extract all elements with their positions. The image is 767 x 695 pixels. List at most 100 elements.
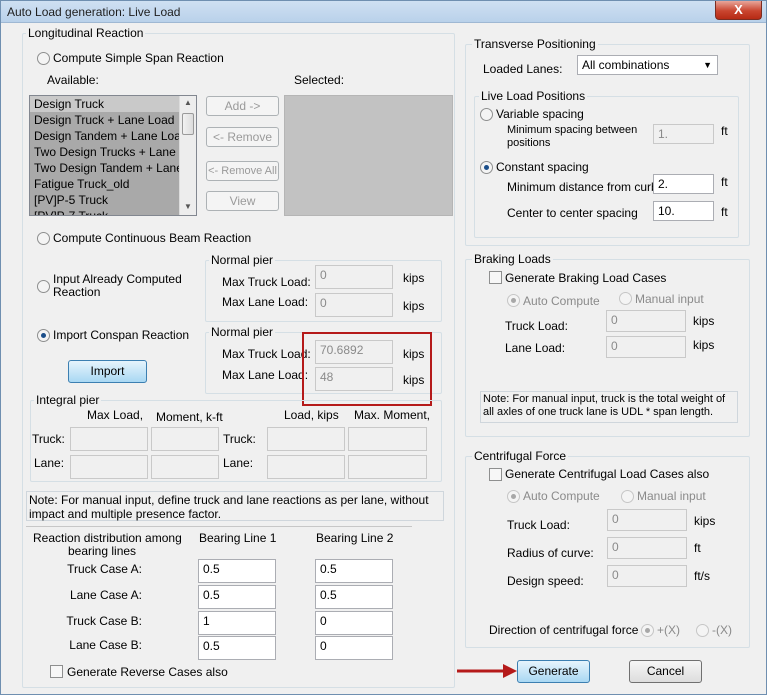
min-distance-curb-input[interactable]: 2. bbox=[653, 174, 714, 194]
braking-lane-input[interactable]: 0 bbox=[606, 336, 686, 358]
scroll-up-icon[interactable]: ▲ bbox=[184, 98, 192, 107]
center-spacing-label: Center to center spacing bbox=[507, 206, 638, 220]
view-button[interactable]: View bbox=[206, 191, 279, 211]
constant-spacing-label: Constant spacing bbox=[496, 160, 589, 174]
close-button[interactable]: X bbox=[715, 1, 762, 20]
centrifugal-manual-radio[interactable] bbox=[621, 490, 634, 503]
already-computed-label-2: Reaction bbox=[53, 285, 101, 299]
braking-truck-label: Truck Load: bbox=[505, 319, 568, 333]
center-spacing-input[interactable]: 10. bbox=[653, 201, 714, 221]
reverse-cases-checkbox[interactable] bbox=[50, 665, 63, 678]
list-item[interactable]: Two Design Tandem + Lane Load bbox=[30, 160, 180, 176]
list-scrollbar[interactable]: ▲ ▼ bbox=[179, 96, 196, 215]
integral-truck-label-2: Truck: bbox=[223, 432, 256, 446]
truck-case-b-label: Truck Case B: bbox=[66, 614, 142, 628]
braking-truck-input[interactable]: 0 bbox=[606, 310, 686, 332]
distribution-label-1: Reaction distribution among bbox=[33, 531, 182, 545]
lane-case-a-line2-input[interactable]: 0.5 bbox=[315, 585, 393, 609]
braking-auto-radio[interactable] bbox=[507, 294, 520, 307]
variable-spacing-label: Variable spacing bbox=[496, 107, 584, 121]
list-item[interactable]: [PV]P-5 Truck bbox=[30, 192, 180, 208]
simple-span-radio[interactable] bbox=[37, 52, 50, 65]
max-truck-load-label-2: Max Truck Load: bbox=[222, 347, 311, 361]
selected-load-list[interactable] bbox=[284, 95, 453, 216]
centrifugal-cases-checkbox[interactable] bbox=[489, 468, 502, 481]
longitudinal-reaction-label: Longitudinal Reaction bbox=[26, 26, 146, 40]
integral-truck-load-input[interactable] bbox=[70, 427, 148, 451]
lane-case-a-line1-input[interactable]: 0.5 bbox=[198, 585, 276, 609]
remove-button[interactable]: <- Remove bbox=[206, 127, 279, 147]
list-item[interactable]: Design Truck bbox=[30, 96, 180, 112]
min-spacing-input[interactable]: 1. bbox=[653, 124, 714, 144]
integral-lane-label-2: Lane: bbox=[223, 456, 254, 470]
continuous-beam-radio[interactable] bbox=[37, 232, 50, 245]
truck-case-b-line1-input[interactable]: 1 bbox=[198, 611, 276, 635]
integral-truck-moment-input-2[interactable] bbox=[348, 427, 427, 451]
already-computed-radio[interactable] bbox=[37, 280, 50, 293]
normal-pier-label-2: Normal pier bbox=[209, 325, 276, 339]
integral-lane-moment-input-2[interactable] bbox=[348, 455, 427, 479]
centrifugal-auto-radio[interactable] bbox=[507, 490, 520, 503]
max-load-header: Max Load, bbox=[87, 408, 144, 422]
reverse-cases-label: Generate Reverse Cases also bbox=[67, 665, 228, 679]
scroll-thumb[interactable] bbox=[182, 113, 194, 135]
list-item[interactable]: Design Tandem + Lane Load bbox=[30, 128, 180, 144]
braking-manual-radio[interactable] bbox=[619, 292, 632, 305]
braking-cases-label: Generate Braking Load Cases bbox=[505, 271, 667, 285]
title-bar[interactable]: Auto Load generation: Live Load X bbox=[1, 1, 766, 23]
max-lane-load-label-1: Max Lane Load: bbox=[222, 295, 309, 309]
cancel-button[interactable]: Cancel bbox=[629, 660, 702, 683]
direction-positive-radio[interactable] bbox=[641, 624, 654, 637]
distribution-label-2: bearing lines bbox=[68, 544, 137, 558]
integral-lane-label: Lane: bbox=[34, 456, 65, 470]
direction-negative-radio[interactable] bbox=[696, 624, 709, 637]
max-truck-load-input-1[interactable]: 0 bbox=[315, 265, 393, 289]
load-kips-header: Load, kips bbox=[284, 408, 339, 422]
centrifugal-truck-input[interactable]: 0 bbox=[607, 509, 687, 531]
variable-spacing-radio[interactable] bbox=[480, 108, 493, 121]
integral-truck-load-input-2[interactable] bbox=[267, 427, 345, 451]
moment-header: Moment, k-ft bbox=[156, 410, 223, 424]
list-item[interactable]: Two Design Trucks + Lane Load bbox=[30, 144, 180, 160]
import-conspan-radio[interactable] bbox=[37, 329, 50, 342]
max-lane-load-input-1[interactable]: 0 bbox=[315, 293, 393, 317]
list-item[interactable]: [PV]P-7 Truck bbox=[30, 208, 180, 215]
transverse-positioning-label: Transverse Positioning bbox=[472, 37, 598, 51]
design-speed-input[interactable]: 0 bbox=[607, 565, 687, 587]
min-distance-curb-label: Minimum distance from curb bbox=[507, 180, 658, 194]
manual-input-note: Note: For manual input, define truck and… bbox=[26, 491, 444, 521]
list-item[interactable]: Fatigue Truck_old bbox=[30, 176, 180, 192]
lane-case-b-line2-input[interactable]: 0 bbox=[315, 636, 393, 660]
list-item[interactable]: Design Truck + Lane Load bbox=[30, 112, 180, 128]
integral-lane-moment-input[interactable] bbox=[151, 455, 219, 479]
highlight-box bbox=[302, 332, 432, 406]
loaded-lanes-dropdown[interactable]: All combinations ▼ bbox=[577, 55, 718, 75]
arrow-pointer-icon bbox=[457, 664, 517, 678]
scroll-down-icon[interactable]: ▼ bbox=[184, 202, 192, 211]
constant-spacing-radio[interactable] bbox=[480, 161, 493, 174]
braking-cases-checkbox[interactable] bbox=[489, 271, 502, 284]
remove-all-button[interactable]: <- Remove All bbox=[206, 161, 279, 181]
generate-button[interactable]: Generate bbox=[517, 660, 590, 683]
bearing-line-2-header: Bearing Line 2 bbox=[316, 531, 394, 545]
kips-unit: kips bbox=[403, 299, 425, 313]
lane-case-b-line1-input[interactable]: 0.5 bbox=[198, 636, 276, 660]
available-load-list[interactable]: Design Truck Design Truck + Lane Load De… bbox=[29, 95, 197, 216]
add-button[interactable]: Add -> bbox=[206, 96, 279, 116]
truck-case-b-line2-input[interactable]: 0 bbox=[315, 611, 393, 635]
integral-lane-load-input-2[interactable] bbox=[267, 455, 345, 479]
truck-case-a-line2-input[interactable]: 0.5 bbox=[315, 559, 393, 583]
ft-per-s-unit: ft/s bbox=[694, 569, 711, 583]
max-moment-header: Max. Moment, bbox=[354, 408, 431, 422]
design-speed-label: Design speed: bbox=[507, 574, 584, 588]
direction-label: Direction of centrifugal force : bbox=[489, 623, 646, 637]
import-button[interactable]: Import bbox=[68, 360, 147, 383]
truck-case-a-line1-input[interactable]: 0.5 bbox=[198, 559, 276, 583]
normal-pier-label-1: Normal pier bbox=[209, 253, 276, 267]
kips-unit: kips bbox=[694, 514, 716, 528]
lane-case-a-label: Lane Case A: bbox=[69, 588, 142, 602]
radius-input[interactable]: 0 bbox=[607, 537, 687, 559]
integral-lane-load-input[interactable] bbox=[70, 455, 148, 479]
integral-truck-moment-input[interactable] bbox=[151, 427, 219, 451]
braking-note: Note: For manual input, truck is the tot… bbox=[480, 391, 738, 423]
